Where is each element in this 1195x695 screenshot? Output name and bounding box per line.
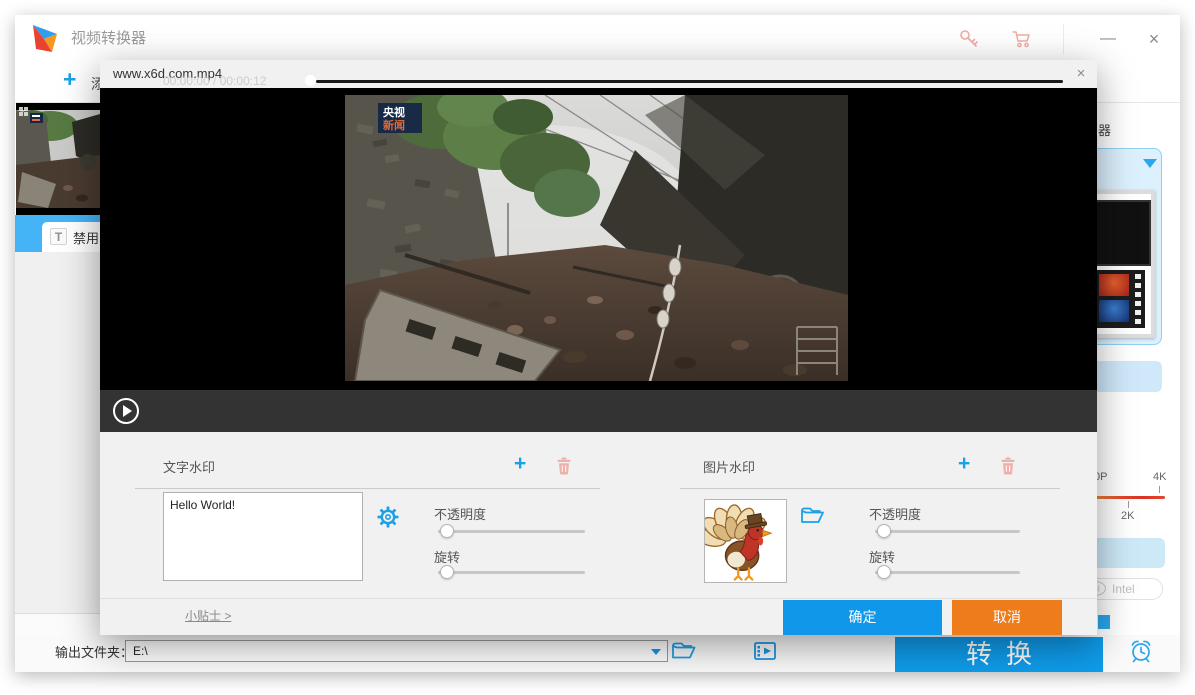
gauge-tick-4k <box>1159 486 1160 493</box>
cart-icon[interactable] <box>1011 28 1033 50</box>
image-rotate-slider-handle[interactable] <box>877 565 891 579</box>
image-watermark-delete-icon[interactable] <box>1000 457 1016 475</box>
tips-link[interactable]: 小贴士 > <box>185 607 231 624</box>
seek-handle[interactable] <box>305 75 316 86</box>
cancel-button[interactable]: 取消 <box>952 600 1062 635</box>
convert-button[interactable]: 转换 <box>895 637 1103 672</box>
image-rotate-slider[interactable] <box>875 571 1020 574</box>
text-rotate-slider-handle[interactable] <box>440 565 454 579</box>
media-info-icon[interactable] <box>752 639 778 663</box>
text-opacity-slider-handle[interactable] <box>440 524 454 538</box>
output-folder-label: 输出文件夹： <box>55 642 133 661</box>
schedule-alarm-icon[interactable] <box>1126 638 1156 665</box>
cctv-logo: 央视 新闻 <box>378 103 422 133</box>
tab-disable-label: 禁用 <box>73 228 99 247</box>
text-tool-icon: T <box>50 228 67 245</box>
add-file-plus-icon[interactable]: + <box>63 66 76 93</box>
intel-label: Intel <box>1112 582 1135 596</box>
titlebar: 视频转换器 — × <box>15 15 1180 63</box>
thumbnail-image <box>16 110 100 208</box>
play-button[interactable] <box>113 398 139 424</box>
cctv-logo-line1: 央视 <box>383 105 405 119</box>
watermark-image-preview[interactable] <box>704 499 787 583</box>
main-window: 视频转换器 — × + 添 <box>15 15 1180 672</box>
app-logo-icon <box>28 22 62 56</box>
image-opacity-label: 不透明度 <box>869 504 921 523</box>
image-watermark-title: 图片水印 <box>703 457 755 476</box>
ok-button[interactable]: 确定 <box>783 600 942 635</box>
cctv-logo-line2: 新闻 <box>383 118 405 132</box>
video-thumbnail[interactable] <box>16 103 100 215</box>
text-watermark-divider <box>135 488 600 489</box>
watermark-text-input[interactable]: Hello World! <box>163 492 363 581</box>
format-dropdown-arrow-icon[interactable] <box>1143 159 1157 168</box>
resolution-label-4k: 4K <box>1153 471 1166 483</box>
text-opacity-label: 不透明度 <box>434 504 486 523</box>
image-rotate-label: 旋转 <box>869 547 895 566</box>
video-frame: 央视 新闻 <box>345 95 848 381</box>
text-rotate-label: 旋转 <box>434 547 460 566</box>
time-display: 00:00:00 / 00:00:12 <box>163 60 266 102</box>
image-opacity-slider-handle[interactable] <box>877 524 891 538</box>
window-title: 视频转换器 <box>71 15 146 63</box>
turkey-image <box>705 500 786 582</box>
image-watermark-add-icon[interactable]: + <box>958 452 970 476</box>
image-watermark-divider <box>680 488 1060 489</box>
output-folder-combobox[interactable]: E:\ <box>125 640 668 662</box>
text-settings-gear-icon[interactable] <box>377 506 399 528</box>
video-preview-area: 央视 新闻 <box>100 88 1097 390</box>
right-panel-partial-header: 器 <box>1098 120 1111 139</box>
seek-bar[interactable] <box>316 80 1063 83</box>
thumbnail-cctv-logo <box>30 113 43 123</box>
minimize-button[interactable]: — <box>1093 15 1123 63</box>
thumbnail-grid-icon <box>19 107 28 116</box>
image-opacity-slider[interactable] <box>875 530 1020 533</box>
dialog-close-icon[interactable]: × <box>1068 62 1094 86</box>
text-opacity-slider[interactable] <box>438 530 585 533</box>
text-rotate-slider[interactable] <box>438 571 585 574</box>
close-button[interactable]: × <box>1139 15 1169 63</box>
watermark-dialog: www.x6d.com.mp4 × <box>100 60 1097 635</box>
text-watermark-title: 文字水印 <box>163 457 215 476</box>
right-panel-blue-fragment <box>1098 615 1110 629</box>
titlebar-separator <box>1063 24 1064 54</box>
resolution-label-2k: 2K <box>1121 510 1134 522</box>
gauge-tick-2k <box>1128 501 1129 508</box>
register-key-icon[interactable] <box>958 28 980 50</box>
combo-dropdown-arrow-icon[interactable] <box>651 649 661 655</box>
output-folder-value: E:\ <box>133 644 148 658</box>
bottom-bar: 输出文件夹： E:\ 转换 <box>15 635 1180 672</box>
player-bar <box>100 390 1097 432</box>
dialog-footer-divider <box>100 598 1097 599</box>
browse-folder-icon[interactable] <box>671 639 697 663</box>
text-watermark-delete-icon[interactable] <box>556 457 572 475</box>
text-watermark-add-icon[interactable]: + <box>514 452 526 476</box>
image-browse-folder-icon[interactable] <box>800 505 825 527</box>
